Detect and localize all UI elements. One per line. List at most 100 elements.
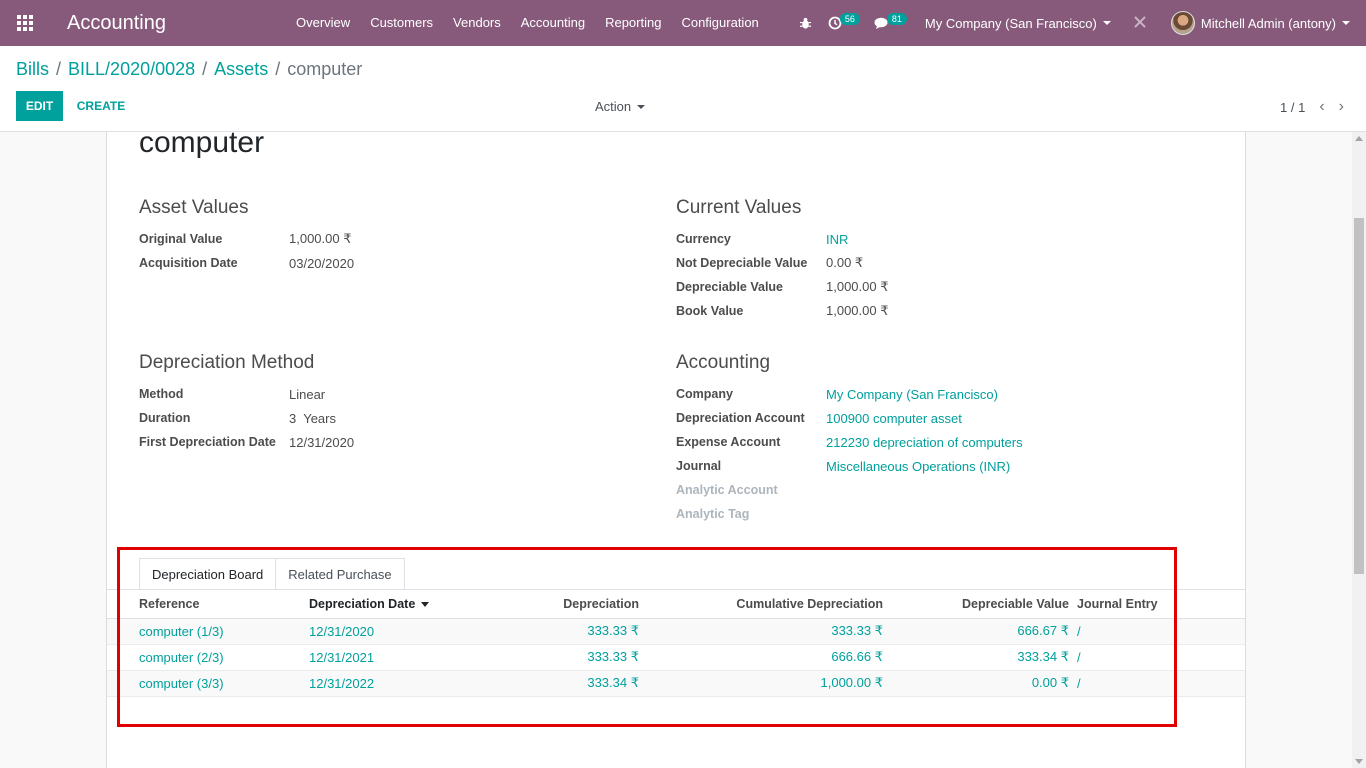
record-pager: 1 / 1 ‹ › bbox=[1280, 98, 1344, 116]
breadcrumb-separator: / bbox=[202, 59, 208, 79]
cell-journal-entry[interactable]: / bbox=[1069, 670, 1245, 697]
depreciation-method-group: Depreciation Method Method Linear Durati… bbox=[139, 352, 639, 454]
chevron-down-icon bbox=[637, 104, 646, 109]
field-value: 1,000.00 ₹ bbox=[826, 303, 889, 318]
field-company: Company My Company (San Francisco) bbox=[676, 382, 1196, 406]
field-analytic-tag: Analytic Tag bbox=[676, 502, 1196, 526]
messaging-button[interactable]: 81 bbox=[874, 13, 907, 30]
breadcrumb-bills[interactable]: Bills bbox=[16, 59, 49, 80]
expense-account-link[interactable]: 212230 depreciation of computers bbox=[826, 435, 1023, 450]
navbar-systray: 56 81 My Company (San Francisco) Mitchel… bbox=[799, 0, 1366, 46]
chevron-left-icon[interactable]: ‹ bbox=[1319, 98, 1324, 116]
depreciation-board-table: Reference Depreciation Date Depreciation… bbox=[107, 590, 1245, 697]
field-not-depreciable-value: Not Depreciable Value 0.00 ₹ bbox=[676, 251, 1176, 275]
current-values-group: Current Values Currency INR Not Deprecia… bbox=[676, 197, 1176, 323]
cell-journal-entry[interactable]: / bbox=[1069, 644, 1245, 671]
user-menu[interactable]: Mitchell Admin (antony) bbox=[1170, 11, 1350, 35]
depreciation-account-link[interactable]: 100900 computer asset bbox=[826, 411, 962, 426]
breadcrumb-assets[interactable]: Assets bbox=[214, 59, 268, 80]
journal-link[interactable]: Miscellaneous Operations (INR) bbox=[826, 459, 1010, 474]
field-first-depreciation-date: First Depreciation Date 12/31/2020 bbox=[139, 430, 639, 454]
scroll-up-arrow-icon[interactable] bbox=[1355, 136, 1363, 141]
menu-accounting[interactable]: Accounting bbox=[511, 0, 595, 46]
scroll-down-arrow-icon[interactable] bbox=[1355, 759, 1363, 764]
create-button[interactable]: CREATE bbox=[70, 91, 132, 121]
chevron-down-icon bbox=[1342, 21, 1350, 25]
pager-value[interactable]: 1 / 1 bbox=[1280, 100, 1305, 115]
field-label: Depreciation Account bbox=[676, 411, 805, 425]
field-acquisition-date: Acquisition Date 03/20/2020 bbox=[139, 251, 639, 275]
column-header-cumulative-depreciation[interactable]: Cumulative Depreciation bbox=[639, 590, 883, 619]
form-view: computer Asset Values Original Value 1,0… bbox=[0, 132, 1366, 768]
cell-depreciation-date[interactable]: 12/31/2022 bbox=[309, 670, 479, 697]
cell-cumulative-depreciation[interactable]: 333.33 ₹ bbox=[639, 618, 883, 645]
currency-link[interactable]: INR bbox=[826, 232, 848, 247]
cell-depreciation[interactable]: 333.33 ₹ bbox=[479, 644, 639, 671]
field-label: Acquisition Date bbox=[139, 256, 238, 270]
cell-depreciable-value[interactable]: 0.00 ₹ bbox=[883, 670, 1069, 697]
asset-values-group: Asset Values Original Value 1,000.00 ₹ A… bbox=[139, 197, 639, 275]
cell-reference[interactable]: computer (1/3) bbox=[107, 618, 309, 645]
top-navbar: Accounting Overview Customers Vendors Ac… bbox=[0, 0, 1366, 46]
field-label: Method bbox=[139, 387, 184, 401]
accounting-group: Accounting Company My Company (San Franc… bbox=[676, 352, 1196, 526]
cell-journal-entry[interactable]: / bbox=[1069, 618, 1245, 645]
user-name: Mitchell Admin (antony) bbox=[1200, 15, 1336, 31]
cell-depreciation[interactable]: 333.33 ₹ bbox=[479, 618, 639, 645]
app-title[interactable]: Accounting bbox=[50, 12, 286, 35]
menu-reporting[interactable]: Reporting bbox=[595, 0, 671, 46]
column-header-reference[interactable]: Reference bbox=[107, 590, 309, 619]
cell-cumulative-depreciation[interactable]: 666.66 ₹ bbox=[639, 644, 883, 671]
cell-depreciable-value[interactable]: 666.67 ₹ bbox=[883, 618, 1069, 645]
cell-depreciation-date[interactable]: 12/31/2021 bbox=[309, 644, 479, 671]
field-value: 1,000.00 ₹ bbox=[289, 231, 352, 246]
field-value: 03/20/2020 bbox=[289, 255, 355, 271]
breadcrumb-bill[interactable]: BILL/2020/0028 bbox=[68, 59, 195, 80]
breadcrumb-separator: / bbox=[56, 59, 62, 79]
current-values-heading: Current Values bbox=[676, 197, 802, 218]
field-journal: Journal Miscellaneous Operations (INR) bbox=[676, 454, 1196, 478]
column-header-depreciable-value[interactable]: Depreciable Value bbox=[883, 590, 1069, 619]
apps-menu-button[interactable] bbox=[0, 0, 50, 46]
breadcrumb-current: computer bbox=[287, 59, 363, 79]
chevron-down-icon bbox=[1102, 21, 1111, 25]
notebook-tabs: Depreciation Board Related Purchase bbox=[139, 558, 405, 590]
cell-reference[interactable]: computer (2/3) bbox=[107, 644, 309, 671]
chevron-right-icon[interactable]: › bbox=[1339, 98, 1344, 116]
column-header-journal-entry[interactable]: Journal Entry bbox=[1069, 590, 1245, 619]
field-depreciation-account: Depreciation Account 100900 computer ass… bbox=[676, 406, 1196, 430]
company-switcher[interactable]: My Company (San Francisco) bbox=[925, 16, 1111, 31]
cell-cumulative-depreciation[interactable]: 1,000.00 ₹ bbox=[639, 670, 883, 697]
column-header-depreciation[interactable]: Depreciation bbox=[479, 590, 639, 619]
column-header-depreciation-date[interactable]: Depreciation Date bbox=[309, 590, 479, 619]
field-label: Duration bbox=[139, 411, 191, 425]
main-menu: Overview Customers Vendors Accounting Re… bbox=[286, 0, 769, 46]
page-scrollbar[interactable] bbox=[1352, 132, 1366, 768]
company-link[interactable]: My Company (San Francisco) bbox=[826, 387, 998, 402]
tab-related-purchase[interactable]: Related Purchase bbox=[275, 558, 405, 590]
cell-depreciation[interactable]: 333.34 ₹ bbox=[479, 670, 639, 697]
table-row[interactable]: computer (1/3) 12/31/2020 333.33 ₹ 333.3… bbox=[107, 618, 1245, 645]
company-name: My Company (San Francisco) bbox=[924, 15, 1097, 31]
field-label: Depreciable Value bbox=[676, 280, 784, 294]
scrollbar-thumb[interactable] bbox=[1354, 218, 1364, 574]
wrench-tools-icon[interactable] bbox=[1133, 15, 1147, 32]
cell-depreciable-value[interactable]: 333.34 ₹ bbox=[883, 644, 1069, 671]
menu-configuration[interactable]: Configuration bbox=[671, 0, 768, 46]
activity-clock-button[interactable]: 56 bbox=[828, 13, 860, 30]
table-row[interactable]: computer (2/3) 12/31/2021 333.33 ₹ 666.6… bbox=[107, 644, 1245, 671]
action-dropdown[interactable]: Action bbox=[595, 99, 646, 114]
edit-button[interactable]: EDIT bbox=[16, 91, 63, 121]
menu-customers[interactable]: Customers bbox=[360, 0, 443, 46]
table-header-row: Reference Depreciation Date Depreciation… bbox=[107, 590, 1245, 619]
action-label: Action bbox=[595, 99, 632, 114]
cell-reference[interactable]: computer (3/3) bbox=[107, 670, 309, 697]
menu-vendors[interactable]: Vendors bbox=[443, 0, 511, 46]
tab-depreciation-board[interactable]: Depreciation Board bbox=[139, 558, 277, 590]
field-label: Book Value bbox=[676, 304, 744, 318]
menu-overview[interactable]: Overview bbox=[286, 0, 360, 46]
cell-depreciation-date[interactable]: 12/31/2020 bbox=[309, 618, 479, 645]
field-value: 12/31/2020 bbox=[289, 434, 355, 450]
table-row[interactable]: computer (3/3) 12/31/2022 333.34 ₹ 1,000… bbox=[107, 670, 1245, 697]
debug-bug-icon[interactable] bbox=[799, 17, 812, 30]
